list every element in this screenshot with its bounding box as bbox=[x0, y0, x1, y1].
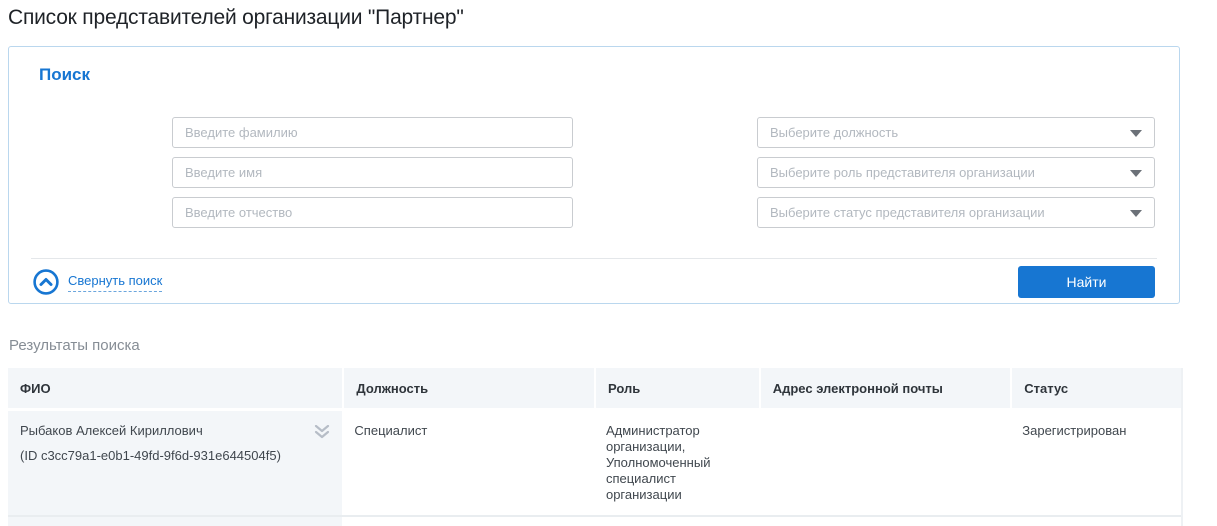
double-chevron-down-icon[interactable] bbox=[314, 425, 330, 439]
collapse-search-link[interactable]: Свернуть поиск bbox=[33, 269, 162, 295]
results-table: ФИО Должность Роль Адрес электронной поч… bbox=[8, 368, 1183, 526]
table-row[interactable] bbox=[8, 517, 1181, 526]
table-header-row: ФИО Должность Роль Адрес электронной поч… bbox=[8, 368, 1181, 408]
email-cell bbox=[759, 411, 1011, 515]
column-header-fio: ФИО bbox=[8, 368, 342, 408]
patronymic-input[interactable] bbox=[172, 197, 573, 228]
column-header-status: Статус bbox=[1010, 368, 1181, 408]
results-title: Результаты поиска bbox=[9, 337, 140, 354]
column-header-role: Роль bbox=[594, 368, 759, 408]
firstname-input[interactable] bbox=[172, 157, 573, 188]
fio-cell bbox=[8, 517, 342, 526]
chevron-down-icon bbox=[1130, 130, 1142, 137]
role-cell: Администратор организации, Уполномоченны… bbox=[594, 411, 759, 515]
role-select-placeholder: Выберите роль представителя организации bbox=[770, 165, 1035, 180]
chevron-down-icon bbox=[1130, 170, 1142, 177]
collapse-search-label: Свернуть поиск bbox=[68, 273, 162, 292]
lastname-input[interactable] bbox=[172, 117, 573, 148]
page: Список представителей организации "Партн… bbox=[0, 0, 1217, 508]
column-header-email: Адрес электронной почты bbox=[759, 368, 1011, 408]
status-select[interactable]: Выберите статус представителя организаци… bbox=[757, 197, 1155, 228]
role-select[interactable]: Выберите роль представителя организации bbox=[757, 157, 1155, 188]
panel-divider bbox=[31, 258, 1157, 259]
chevron-down-icon bbox=[1130, 210, 1142, 217]
status-select-placeholder: Выберите статус представителя организаци… bbox=[770, 205, 1045, 220]
fio-name: Рыбаков Алексей Кириллович bbox=[20, 423, 332, 439]
search-panel-title: Поиск bbox=[39, 65, 90, 85]
table-row[interactable]: Рыбаков Алексей Кириллович (ID c3cc79a1-… bbox=[8, 411, 1181, 517]
fio-cell: Рыбаков Алексей Кириллович (ID c3cc79a1-… bbox=[8, 411, 342, 515]
fio-id: (ID c3cc79a1-e0b1-49fd-9f6d-931e644504f5… bbox=[20, 448, 332, 464]
page-title: Список представителей организации "Партн… bbox=[8, 6, 464, 30]
column-header-position: Должность bbox=[342, 368, 594, 408]
position-cell: Специалист bbox=[342, 411, 594, 515]
chevron-up-circle-icon bbox=[33, 269, 59, 295]
position-select-placeholder: Выберите должность bbox=[770, 125, 898, 140]
status-cell: Зарегистрирован bbox=[1010, 411, 1181, 515]
find-button[interactable]: Найти bbox=[1018, 266, 1155, 298]
search-panel: Поиск Фамилия Имя Отчество Должность Выб… bbox=[8, 46, 1180, 304]
position-select[interactable]: Выберите должность bbox=[757, 117, 1155, 148]
